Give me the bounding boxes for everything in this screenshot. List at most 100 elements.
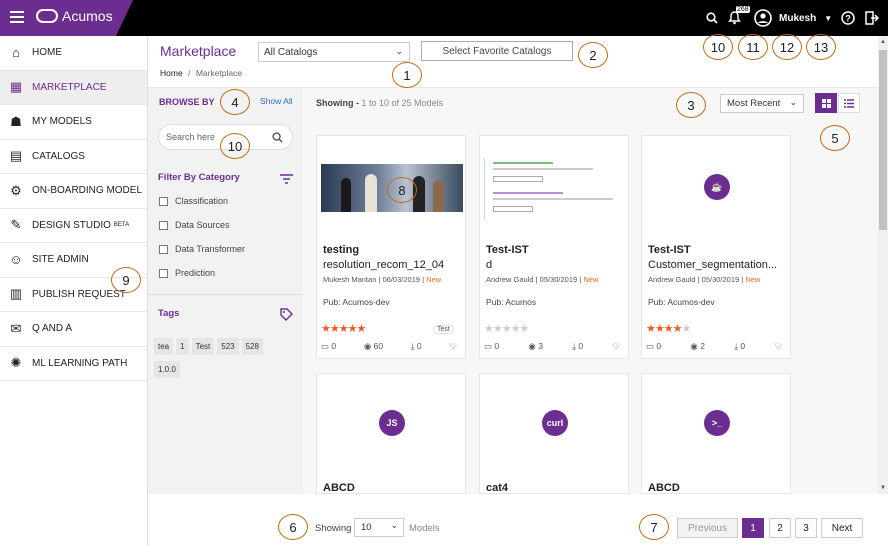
admin-icon: ☺ [9,252,23,268]
search-icon[interactable] [706,0,718,36]
bell-icon[interactable]: 268 [728,0,750,36]
model-card[interactable]: curl cat4 [479,373,629,494]
model-card[interactable]: Test-IST d Andrew Gauld | 05/30/2019 | New… [479,135,629,359]
next-button[interactable]: Next [821,518,863,538]
model-publisher: Pub: Acumos [486,297,537,307]
notification-count: 268 [736,6,750,13]
menu-icon[interactable] [10,11,24,23]
sidebar-item-q-and-a[interactable]: ✉ Q AND A [0,312,147,347]
page-3-button[interactable]: 3 [795,518,817,538]
page-2-button[interactable]: 2 [769,518,791,538]
star-icon: ★ [492,323,503,335]
model-subtitle: Customer_segmentation... [648,259,778,271]
sidebar-item-label: Q AND A [32,323,73,335]
checkbox[interactable] [159,196,168,206]
scroll-down-icon[interactable]: ▼ [880,485,886,491]
tag-chip[interactable]: 523 [217,338,239,355]
catalog-select[interactable]: All Catalogs ⌄ [258,42,410,62]
tag-chip[interactable]: 1 [176,338,189,355]
tag-chip[interactable]: 528 [241,338,263,355]
model-meta: Andrew Gauld | 05/30/2019 | New [648,275,761,284]
sidebar-item-label: SITE ADMIN [32,254,89,266]
downloads-stat: ⤓ 0 [734,341,745,352]
star-icon: ★ [356,323,367,335]
heart-icon[interactable]: ♡ [612,341,620,352]
filter-icon[interactable] [280,174,293,184]
checkbox[interactable] [159,268,168,278]
tag-chip[interactable]: 1.0.0 [154,361,180,378]
help-icon[interactable]: ? [841,0,855,36]
scrollbar-thumb[interactable] [879,50,887,230]
showing-range: 1 to 10 of 25 Models [361,98,444,108]
sidebar-item-marketplace[interactable]: ▦ MARKETPLACE [0,70,147,105]
list-view-button[interactable] [838,93,860,113]
category-label: Classification [175,196,229,206]
category-checkbox[interactable]: Classification [159,196,245,206]
star-icon: ★ [484,323,494,335]
user-name: Mukesh [779,12,817,24]
scroll-up-icon[interactable]: ▲ [880,39,886,45]
tag-chip[interactable]: tea [154,338,174,355]
comments-stat[interactable]: ▭ 0 [646,341,661,352]
category-label: Data Transformer [175,244,246,254]
svg-text:?: ? [845,14,851,24]
model-author: Mukesh Mantan [323,275,377,284]
tag-list: tea 1 Test 523 528 1.0.0 [154,338,284,384]
category-checkbox[interactable]: Data Sources [159,220,245,230]
sidebar-item-my-models[interactable]: ☗ MY MODELS [0,105,147,140]
select-favorite-catalogs-button[interactable]: Select Favorite Catalogs [421,41,573,61]
sidebar-item-label: PUBLISH REQUEST [32,288,126,300]
model-card[interactable]: JS ABCD [316,373,466,494]
model-stats: ▭ 0 ◉ 2 ⤓ 0 ♡ [646,341,782,352]
search-placeholder: Search here [166,132,216,142]
comments-stat[interactable]: ▭ 0 [484,341,499,352]
grid-view-button[interactable] [815,93,837,113]
user-menu[interactable]: Mukesh ▼ [754,0,832,36]
comment-icon: ▭ [321,341,330,351]
tag-chip[interactable]: Test [191,338,215,355]
category-checkbox[interactable]: Data Transformer [159,244,245,254]
eye-icon: ◉ [690,341,698,351]
model-title: Test-IST [648,244,691,256]
page-1-button[interactable]: 1 [742,518,764,538]
model-card[interactable]: >_ ABCD [641,373,791,494]
logout-icon[interactable] [865,0,879,36]
acumos-logo[interactable]: Acumos [36,8,113,24]
scrollbar[interactable]: ▲ ▼ [878,36,888,494]
design-icon: ✎ [10,217,22,233]
sidebar-item-label: CATALOGS [32,150,85,162]
model-title: testing [323,244,360,256]
category-filter-title: Filter By Category [158,172,240,183]
chevron-down-icon: ⌄ [390,520,398,530]
store-icon: ▦ [9,79,23,95]
heart-icon[interactable]: ♡ [449,341,457,352]
sort-select[interactable]: Most Recent ⌄ [720,94,804,113]
search-icon[interactable] [272,132,283,143]
model-card[interactable]: testing resolution_recom_12_04 Mukesh Mant… [316,135,466,359]
star-icon: ★ [321,323,331,335]
divider [148,294,303,295]
downloads-count: 0 [416,341,422,351]
checkbox[interactable] [159,244,168,254]
comments-stat[interactable]: ▭ 0 [321,341,336,352]
showing-summary: Showing - 1 to 10 of 25 Models [316,98,443,108]
robot-icon: ☗ [10,113,22,129]
sidebar-item-home[interactable]: ⌂ HOME [0,36,147,71]
category-checkbox[interactable]: Prediction [159,268,245,278]
callout-7: 7 [639,514,669,540]
sidebar-item-design-studio[interactable]: ✎ DESIGN STUDIO BETA [0,209,147,243]
show-all-link[interactable]: Show All [260,96,293,106]
breadcrumb-home[interactable]: Home [160,68,183,78]
logo-text: Acumos [62,8,113,24]
previous-button[interactable]: Previous [677,518,738,538]
checkbox[interactable] [159,220,168,230]
model-card[interactable]: ☕ Test-IST Customer_segmentation... Andrew … [641,135,791,359]
sidebar-item-catalogs[interactable]: ▤ CATALOGS [0,140,147,174]
sidebar-item-ml-learning-path[interactable]: ✺ ML LEARNING PATH [0,347,147,381]
page-size-select[interactable]: 10 ⌄ [354,518,404,537]
category-label: Prediction [175,268,216,278]
sidebar-item-on-boarding-model[interactable]: ⚙ ON-BOARDING MODEL [0,174,147,209]
heart-icon[interactable]: ♡ [774,341,782,352]
tag-icon[interactable] [280,308,293,321]
model-app-icon: JS [379,410,405,436]
